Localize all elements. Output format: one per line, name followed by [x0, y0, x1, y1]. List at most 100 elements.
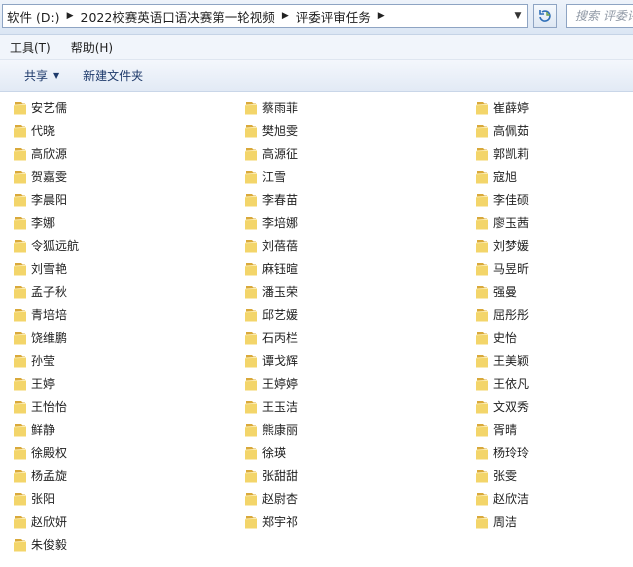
folder-item[interactable]: 蔡雨菲	[244, 96, 298, 119]
folder-icon	[475, 308, 489, 321]
folder-item[interactable]: 刘雪艳	[13, 257, 79, 280]
folder-item[interactable]: 李佳硕	[475, 188, 529, 211]
menu-tools[interactable]: 工具(T)	[0, 39, 61, 56]
folder-icon	[475, 124, 489, 137]
folder-item[interactable]: 邱艺媛	[244, 303, 298, 326]
folder-item[interactable]: 李娜	[13, 211, 79, 234]
folder-item[interactable]: 刘梦媛	[475, 234, 529, 257]
folder-item[interactable]: 杨孟旋	[13, 464, 79, 487]
folder-item[interactable]: 高欣源	[13, 142, 79, 165]
folder-icon	[475, 446, 489, 459]
folder-name: 崔薛婷	[493, 101, 530, 115]
folder-item[interactable]: 朱俊毅	[13, 533, 79, 556]
folder-name: 代晓	[31, 124, 56, 138]
folder-item[interactable]: 王美颖	[475, 349, 529, 372]
new-folder-button[interactable]: 新建文件夹	[71, 67, 155, 84]
folder-item[interactable]: 张阳	[13, 487, 79, 510]
folder-item[interactable]: 饶维鹏	[13, 326, 79, 349]
folder-item[interactable]: 赵欣洁	[475, 487, 529, 510]
folder-item[interactable]: 王婷婷	[244, 372, 298, 395]
folder-item[interactable]: 文双秀	[475, 395, 529, 418]
folder-item[interactable]: 麻钰暄	[244, 257, 298, 280]
folder-item[interactable]: 郭凯莉	[475, 142, 529, 165]
folder-item[interactable]: 张雯	[475, 464, 529, 487]
folder-name: 孟子秋	[31, 285, 68, 299]
folder-name: 徐瑛	[262, 446, 287, 460]
folder-item[interactable]: 胥晴	[475, 418, 529, 441]
folder-icon	[244, 515, 258, 528]
folder-item[interactable]: 鲜静	[13, 418, 79, 441]
folder-item[interactable]: 石丙栏	[244, 326, 298, 349]
folder-item[interactable]: 王玉洁	[244, 395, 298, 418]
folder-item[interactable]: 刘蓓蓓	[244, 234, 298, 257]
folder-icon	[13, 239, 27, 252]
folder-item[interactable]: 赵尉杏	[244, 487, 298, 510]
folder-item[interactable]: 徐瑛	[244, 441, 298, 464]
share-button[interactable]: 共享 ▼	[12, 67, 71, 84]
folder-item[interactable]: 李春苗	[244, 188, 298, 211]
breadcrumb-drive[interactable]: 软件 (D:)	[3, 7, 64, 26]
folder-item[interactable]: 青培培	[13, 303, 79, 326]
folder-item[interactable]: 赵欣妍	[13, 510, 79, 533]
folder-item[interactable]: 史怡	[475, 326, 529, 349]
folder-item[interactable]: 屈彤彤	[475, 303, 529, 326]
folder-item[interactable]: 高佩茹	[475, 119, 529, 142]
folder-name: 赵欣妍	[31, 515, 68, 529]
menu-help[interactable]: 帮助(H)	[61, 39, 123, 56]
folder-item[interactable]: 贺嘉雯	[13, 165, 79, 188]
folder-icon	[244, 216, 258, 229]
folder-item[interactable]: 代晓	[13, 119, 79, 142]
folder-item[interactable]: 令狐远航	[13, 234, 79, 257]
folder-icon	[13, 469, 27, 482]
folder-item[interactable]: 廖玉茜	[475, 211, 529, 234]
folder-name: 李晨阳	[31, 193, 68, 207]
breadcrumb-separator-icon[interactable]: ▶	[375, 11, 388, 21]
folder-item[interactable]: 樊旭雯	[244, 119, 298, 142]
folder-icon	[244, 285, 258, 298]
folder-item[interactable]: 寇旭	[475, 165, 529, 188]
folder-item[interactable]: 孟子秋	[13, 280, 79, 303]
folder-item[interactable]: 谭戈辉	[244, 349, 298, 372]
breadcrumb-current-folder[interactable]: 评委评审任务	[292, 7, 375, 26]
breadcrumb-separator-icon[interactable]: ▶	[64, 11, 77, 21]
folder-item[interactable]: 张甜甜	[244, 464, 298, 487]
folder-item[interactable]: 安艺儒	[13, 96, 79, 119]
folder-name: 高欣源	[31, 147, 68, 161]
folder-name: 屈彤彤	[493, 308, 530, 322]
folder-item[interactable]: 王婷	[13, 372, 79, 395]
folder-icon	[475, 193, 489, 206]
search-input[interactable]: 搜索 评委评...	[566, 4, 633, 28]
folder-item[interactable]: 郑宇祁	[244, 510, 298, 533]
folder-item[interactable]: 王怡怡	[13, 395, 79, 418]
folder-item[interactable]: 马昱昕	[475, 257, 529, 280]
folder-item[interactable]: 潘玉荣	[244, 280, 298, 303]
folder-icon	[475, 216, 489, 229]
folder-item[interactable]: 周洁	[475, 510, 529, 533]
folder-item[interactable]: 李晨阳	[13, 188, 79, 211]
folder-icon	[13, 538, 27, 551]
folder-item[interactable]: 熊康丽	[244, 418, 298, 441]
folder-item[interactable]: 高源征	[244, 142, 298, 165]
folder-name: 熊康丽	[262, 423, 299, 437]
folder-icon	[13, 446, 27, 459]
folder-icon	[475, 515, 489, 528]
folder-item[interactable]: 徐殿权	[13, 441, 79, 464]
folder-item[interactable]: 杨玲玲	[475, 441, 529, 464]
folder-name: 李春苗	[262, 193, 299, 207]
address-box[interactable]: 软件 (D:) ▶ 2022校赛英语口语决赛第一轮视频 ▶ 评委评审任务 ▶ ▼	[2, 4, 528, 28]
folder-item[interactable]: 强曼	[475, 280, 529, 303]
folder-name: 张甜甜	[262, 469, 299, 483]
address-dropdown-icon[interactable]: ▼	[509, 5, 527, 27]
folder-item[interactable]: 崔薛婷	[475, 96, 529, 119]
folder-item[interactable]: 王依凡	[475, 372, 529, 395]
folder-item[interactable]: 孙莹	[13, 349, 79, 372]
refresh-button[interactable]	[533, 4, 557, 28]
breadcrumb-video-folder[interactable]: 2022校赛英语口语决赛第一轮视频	[77, 7, 279, 26]
folder-name: 朱俊毅	[31, 538, 68, 552]
folder-icon	[244, 354, 258, 367]
breadcrumb-separator-icon[interactable]: ▶	[279, 11, 292, 21]
folder-icon	[475, 331, 489, 344]
folder-icon	[13, 216, 27, 229]
folder-item[interactable]: 李培娜	[244, 211, 298, 234]
folder-item[interactable]: 江雪	[244, 165, 298, 188]
